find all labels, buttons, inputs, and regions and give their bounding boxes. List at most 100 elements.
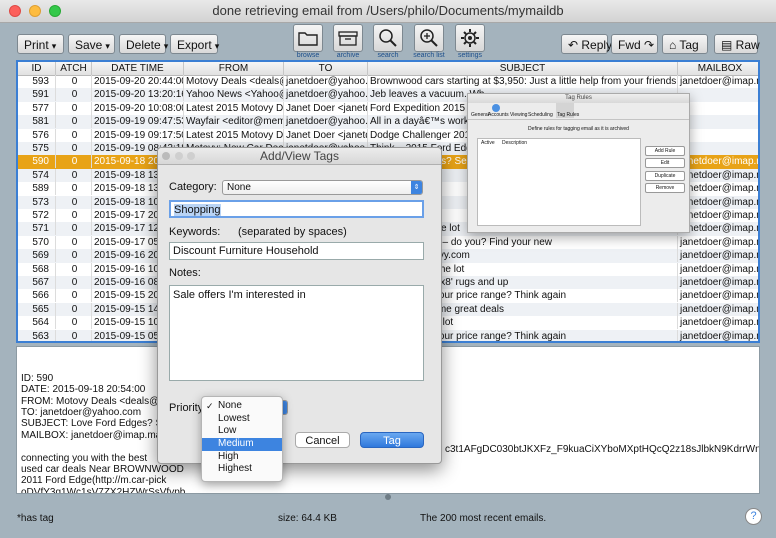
priority-option-none[interactable]: ✓ None bbox=[202, 400, 282, 413]
column-header-atch[interactable]: ATCH bbox=[56, 62, 92, 75]
preview-line: 2011 Ford Edge(http://m.car-pick bbox=[21, 475, 167, 487]
search-list-button[interactable] bbox=[414, 24, 444, 52]
reply-label: Reply bbox=[581, 38, 613, 52]
priority-option-label: Low bbox=[218, 425, 237, 437]
cell-atch: 0 bbox=[56, 168, 92, 182]
search-icon bbox=[379, 29, 397, 47]
cell-id: 589 bbox=[18, 182, 56, 196]
forward-button[interactable]: Fwd ↷ bbox=[611, 34, 658, 54]
forward-label: Fwd bbox=[618, 38, 641, 52]
cell-id: 567 bbox=[18, 276, 56, 289]
tag-name-value: Shopping bbox=[174, 204, 221, 216]
tag-icon: ⌂ bbox=[669, 38, 680, 52]
cell-mailbox: janetdoer@imap.mail bbox=[678, 209, 758, 222]
cell-mailbox: janetdoer@imap.mail bbox=[678, 276, 758, 289]
cell-to: Janet Doer <janetdoe bbox=[284, 128, 368, 142]
priority-option-high[interactable]: High bbox=[202, 451, 282, 464]
column-header-id[interactable]: ID bbox=[18, 62, 56, 75]
tab-general[interactable]: General bbox=[471, 112, 489, 118]
chevron-down-icon: ▾ bbox=[214, 41, 220, 51]
cell-date: 2015-09-19 09:17:50 bbox=[94, 128, 184, 142]
cell-atch: 0 bbox=[56, 101, 92, 115]
column-header-from[interactable]: FROM bbox=[184, 62, 284, 75]
cell-atch: 0 bbox=[56, 75, 92, 88]
cell-subject: Brownwood cars starting at $3,950: Just … bbox=[370, 75, 678, 88]
settings-button[interactable] bbox=[455, 24, 485, 52]
table-row[interactable]: 593 0 2015-09-20 20:44:00 Motovy Deals <dea… bbox=[18, 75, 758, 88]
save-button[interactable]: Save ▾ bbox=[68, 34, 115, 54]
zoom-window-button[interactable] bbox=[49, 5, 61, 17]
cell-id: 576 bbox=[18, 128, 56, 142]
cell-from: Latest 2015 Motovy Deal bbox=[186, 128, 284, 142]
save-label: Save bbox=[75, 38, 103, 52]
priority-option-medium[interactable]: Medium bbox=[202, 438, 282, 451]
toolbar: Print ▾ Save ▾ Delete ▾ Export ▾ browse arch… bbox=[0, 22, 776, 60]
cell-to: janetdoer@yahoo.com bbox=[286, 115, 368, 129]
dialog-minimize-button[interactable] bbox=[187, 152, 195, 160]
chevron-down-icon: ▾ bbox=[51, 41, 57, 51]
keywords-value: Discount Furniture Household bbox=[173, 245, 319, 257]
preview-line: oDVfY3g1Wc1sV7ZX2HZWrSsVfvpb bbox=[21, 486, 186, 494]
category-select[interactable]: None ⇕ bbox=[222, 180, 423, 195]
column-header-to[interactable]: TO bbox=[284, 62, 368, 75]
tag-submit-button[interactable]: Tag bbox=[360, 432, 424, 448]
forward-icon: ↷ bbox=[640, 38, 655, 52]
dialog-title-bar: Add/View Tags bbox=[158, 148, 441, 165]
cancel-button[interactable]: Cancel bbox=[295, 432, 350, 448]
reply-button[interactable]: ↶ Reply bbox=[561, 34, 612, 54]
edit-rule-button[interactable]: Edit bbox=[645, 158, 685, 168]
cell-mailbox: janetdoer@imap.mail bbox=[678, 196, 758, 209]
cell-id: 573 bbox=[18, 195, 56, 209]
app-window: done retrieving email from /Users/philo/… bbox=[0, 0, 776, 538]
up-down-arrows-icon: ⇕ bbox=[411, 181, 422, 194]
cell-mailbox: janetdoer@imap.mail bbox=[678, 169, 758, 182]
search-button[interactable] bbox=[373, 24, 403, 52]
priority-option-lowest[interactable]: Lowest bbox=[202, 413, 282, 426]
print-button[interactable]: Print ▾ bbox=[17, 34, 64, 54]
close-window-button[interactable] bbox=[9, 5, 21, 17]
minimize-window-button[interactable] bbox=[29, 5, 41, 17]
delete-button[interactable]: Delete ▾ bbox=[119, 34, 168, 54]
priority-option-highest[interactable]: Highest bbox=[202, 463, 282, 476]
cell-atch: 0 bbox=[56, 128, 92, 142]
cell-id: 568 bbox=[18, 262, 56, 276]
raw-button[interactable]: ▤ Raw bbox=[714, 34, 760, 54]
archive-button[interactable] bbox=[333, 24, 363, 52]
column-header-mailbox[interactable]: MAILBOX bbox=[678, 62, 758, 75]
tab-viewing[interactable]: Viewing bbox=[510, 112, 527, 118]
column-header-date-time[interactable]: DATE TIME bbox=[92, 62, 184, 75]
cell-atch: 0 bbox=[56, 329, 92, 341]
splitter-handle[interactable] bbox=[385, 494, 391, 500]
priority-option-label: High bbox=[218, 450, 239, 462]
tab-tag-rules[interactable]: Tag Rules bbox=[557, 112, 579, 118]
tag-button[interactable]: ⌂ Tag bbox=[662, 34, 708, 54]
tab-accounts[interactable]: Accounts bbox=[488, 112, 509, 118]
tab-scheduling[interactable]: Scheduling bbox=[528, 112, 553, 118]
cell-to: janetdoer@yahoo.com bbox=[286, 75, 368, 88]
keywords-field[interactable]: Discount Furniture Household bbox=[169, 242, 424, 260]
cell-id: 591 bbox=[18, 88, 56, 102]
browse-button[interactable] bbox=[293, 24, 323, 52]
cell-date: 2015-09-19 09:47:53 bbox=[94, 115, 184, 129]
delete-label: Delete bbox=[126, 38, 161, 52]
cell-id: 593 bbox=[18, 75, 56, 88]
priority-menu: ✓ None Lowest Low Medium High Highest bbox=[201, 396, 283, 482]
duplicate-rule-button[interactable]: Duplicate bbox=[645, 171, 685, 181]
notes-textarea[interactable]: Sale offers I'm interested in bbox=[169, 285, 424, 381]
column-header-subject[interactable]: SUBJECT bbox=[368, 62, 678, 75]
archive-box-icon bbox=[338, 31, 358, 46]
tag-rules-list[interactable]: Active Description bbox=[477, 138, 641, 226]
dialog-title: Add/View Tags bbox=[260, 149, 339, 163]
cell-atch: 0 bbox=[56, 289, 92, 303]
help-button[interactable]: ? bbox=[745, 508, 762, 525]
add-rule-button[interactable]: Add Rule bbox=[645, 146, 685, 156]
priority-option-label: Highest bbox=[218, 463, 252, 475]
checkmark-icon: ✓ bbox=[206, 401, 214, 411]
remove-rule-button[interactable]: Remove bbox=[645, 183, 685, 193]
cell-id: 564 bbox=[18, 316, 56, 330]
dialog-close-button[interactable] bbox=[175, 152, 183, 160]
export-button[interactable]: Export ▾ bbox=[170, 34, 220, 54]
tag-name-field[interactable]: Shopping bbox=[169, 200, 424, 218]
priority-option-low[interactable]: Low bbox=[202, 425, 282, 438]
settings-label: settings bbox=[457, 52, 483, 59]
